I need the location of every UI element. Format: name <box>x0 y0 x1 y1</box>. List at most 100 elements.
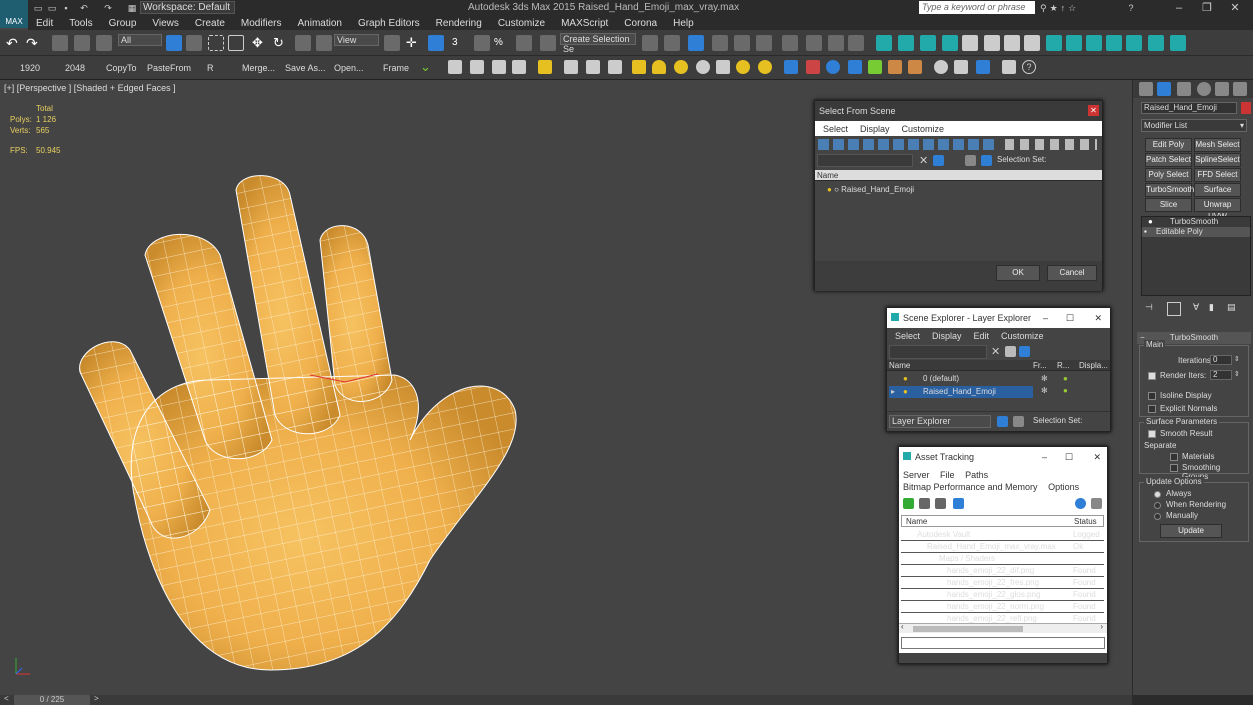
rotate-icon[interactable]: ↻ <box>273 35 289 51</box>
clear-search-icon[interactable]: ✕ <box>991 345 1000 358</box>
menu-server[interactable]: Server <box>903 470 930 480</box>
modify-tab-icon[interactable] <box>1157 82 1171 96</box>
menu-display[interactable]: Display <box>932 331 962 341</box>
fluid-icon[interactable] <box>806 60 820 74</box>
column-display[interactable]: Displa... <box>1079 360 1108 371</box>
object-name-field[interactable]: Raised_Hand_Emoji <box>1141 102 1237 114</box>
minimize-icon[interactable]: – <box>1170 1 1188 15</box>
menu-options[interactable]: Options <box>1048 482 1079 492</box>
column-status[interactable]: Status <box>1074 516 1097 528</box>
toggle-ribbon-icon[interactable] <box>712 35 728 51</box>
angle-snap-icon[interactable] <box>474 35 490 51</box>
object-color-swatch[interactable] <box>1241 102 1251 114</box>
material-icon[interactable] <box>608 60 622 74</box>
next-frame-icon[interactable]: > <box>94 694 99 703</box>
expand-icon[interactable]: ▪ <box>1144 227 1147 237</box>
render-production-icon[interactable] <box>848 35 864 51</box>
cancel-button[interactable]: Cancel <box>1047 265 1097 281</box>
utilities-tab-icon[interactable] <box>1233 82 1247 96</box>
column-name[interactable]: Name <box>906 516 927 528</box>
vray-toolbar-icon[interactable] <box>1106 35 1122 51</box>
dome-primitive-icon[interactable] <box>652 60 666 74</box>
menu-group[interactable]: Group <box>109 18 137 29</box>
select-object-icon[interactable] <box>166 35 182 51</box>
save-file-icon[interactable]: ▪ <box>60 2 72 14</box>
table-row[interactable]: hands_emoji_22_glos.png Found <box>901 589 1104 601</box>
hair-icon[interactable] <box>888 60 902 74</box>
chevron-down-icon[interactable]: ⌄ <box>420 60 434 74</box>
move-icon[interactable]: ✥ <box>252 35 268 51</box>
table-row[interactable]: Maps / Shaders <box>901 553 1104 565</box>
place-icon[interactable] <box>316 35 332 51</box>
preset-1920-button[interactable]: 1920 <box>20 63 40 73</box>
help-circle-icon[interactable]: ? <box>1022 60 1036 74</box>
smooth-result-checkbox[interactable] <box>1148 430 1156 438</box>
vray-render-icon[interactable] <box>1086 35 1102 51</box>
maximize-icon[interactable]: ☐ <box>1065 447 1073 467</box>
isoline-display-checkbox[interactable] <box>1148 392 1156 400</box>
expand-arrow-icon[interactable]: ▸ <box>891 386 895 398</box>
vray-frame-buffer-icon[interactable] <box>1066 35 1082 51</box>
menu-edit[interactable]: Edit <box>974 331 990 341</box>
layer-icon[interactable] <box>965 155 976 166</box>
mesh-select-button[interactable]: Mesh Select <box>1194 138 1241 152</box>
menu-bitmap-performance[interactable]: Bitmap Performance and Memory <box>903 482 1038 492</box>
spinner-arrows-icon[interactable]: ⇕ <box>1234 355 1240 363</box>
app-logo-icon[interactable]: MAX <box>0 0 28 28</box>
camera-icon[interactable] <box>954 60 968 74</box>
keyboard-shortcut-override-icon[interactable] <box>428 35 444 51</box>
safe-frame-icon[interactable] <box>976 60 990 74</box>
info-panel-icon[interactable] <box>1002 60 1016 74</box>
modifier-list-dropdown[interactable]: Modifier List ▾ <box>1141 119 1247 132</box>
scroll-left-icon[interactable]: ‹ <box>901 622 904 631</box>
time-slider[interactable]: < 0 / 225 > <box>0 694 1132 705</box>
show-end-result-icon[interactable] <box>1167 302 1181 316</box>
layer-icon[interactable] <box>997 416 1008 427</box>
column-name[interactable]: Name <box>889 360 910 371</box>
find-case-icon[interactable] <box>933 155 944 166</box>
ok-button[interactable]: OK <box>996 265 1040 281</box>
menu-corona[interactable]: Corona <box>624 18 657 29</box>
redo-icon[interactable]: ↷ <box>26 35 42 51</box>
menu-modifiers[interactable]: Modifiers <box>241 18 282 29</box>
perspective-viewport[interactable]: [+] [Perspective ] [Shaded + Edged Faces… <box>0 80 1132 695</box>
menu-create[interactable]: Create <box>195 18 225 29</box>
table-row[interactable]: Raised_Hand_Emoji_max_vray.max Ok <box>901 541 1104 553</box>
mirror-icon[interactable] <box>642 35 658 51</box>
materials-checkbox[interactable] <box>1170 453 1178 461</box>
copyto-button[interactable]: CopyTo <box>106 63 137 73</box>
redo-icon[interactable]: ↷ <box>102 2 114 14</box>
cloth-icon[interactable] <box>908 60 922 74</box>
menu-help[interactable]: Help <box>673 18 694 29</box>
menu-maxscript[interactable]: MAXScript <box>561 18 608 29</box>
always-radio[interactable] <box>1154 491 1161 498</box>
infocenter-icons[interactable]: ⚲★↑☆ <box>1040 2 1100 14</box>
table-row[interactable]: ● 0 (default) ✻ ● <box>889 373 1109 385</box>
display-tab-icon[interactable] <box>1215 82 1229 96</box>
horizontal-scrollbar[interactable]: ‹ › <box>899 622 1107 633</box>
link-icon[interactable] <box>52 35 68 51</box>
grid-view-icon[interactable] <box>953 498 964 509</box>
edit-poly-button[interactable]: Edit Poly <box>1145 138 1192 152</box>
pastefrom-button[interactable]: PasteFrom <box>147 63 191 73</box>
align-icon[interactable] <box>664 35 680 51</box>
when-rendering-radio[interactable] <box>1154 502 1161 509</box>
update-button[interactable]: Update <box>1160 524 1222 538</box>
menu-customize[interactable]: Customize <box>498 18 545 29</box>
menu-paths[interactable]: Paths <box>965 470 988 480</box>
scroll-thumb[interactable] <box>913 626 1023 632</box>
selection-filter-dropdown[interactable]: All <box>118 34 162 46</box>
menu-tools[interactable]: Tools <box>69 18 92 29</box>
open-file-icon[interactable]: ▭ <box>46 2 58 14</box>
foliage-icon[interactable] <box>868 60 882 74</box>
hierarchy-tab-icon[interactable] <box>1177 82 1191 96</box>
new-file-icon[interactable]: ▭ <box>32 2 44 14</box>
vray-physical-camera-icon[interactable] <box>962 35 978 51</box>
manually-radio[interactable] <box>1154 513 1161 520</box>
light-bulb-icon[interactable]: ● <box>1148 217 1153 227</box>
environment-icon[interactable] <box>564 60 578 74</box>
settings-icon[interactable] <box>1091 498 1102 509</box>
search-input[interactable] <box>817 154 913 167</box>
vray-light-icon[interactable] <box>920 35 936 51</box>
window-crossing-icon[interactable] <box>228 35 244 51</box>
